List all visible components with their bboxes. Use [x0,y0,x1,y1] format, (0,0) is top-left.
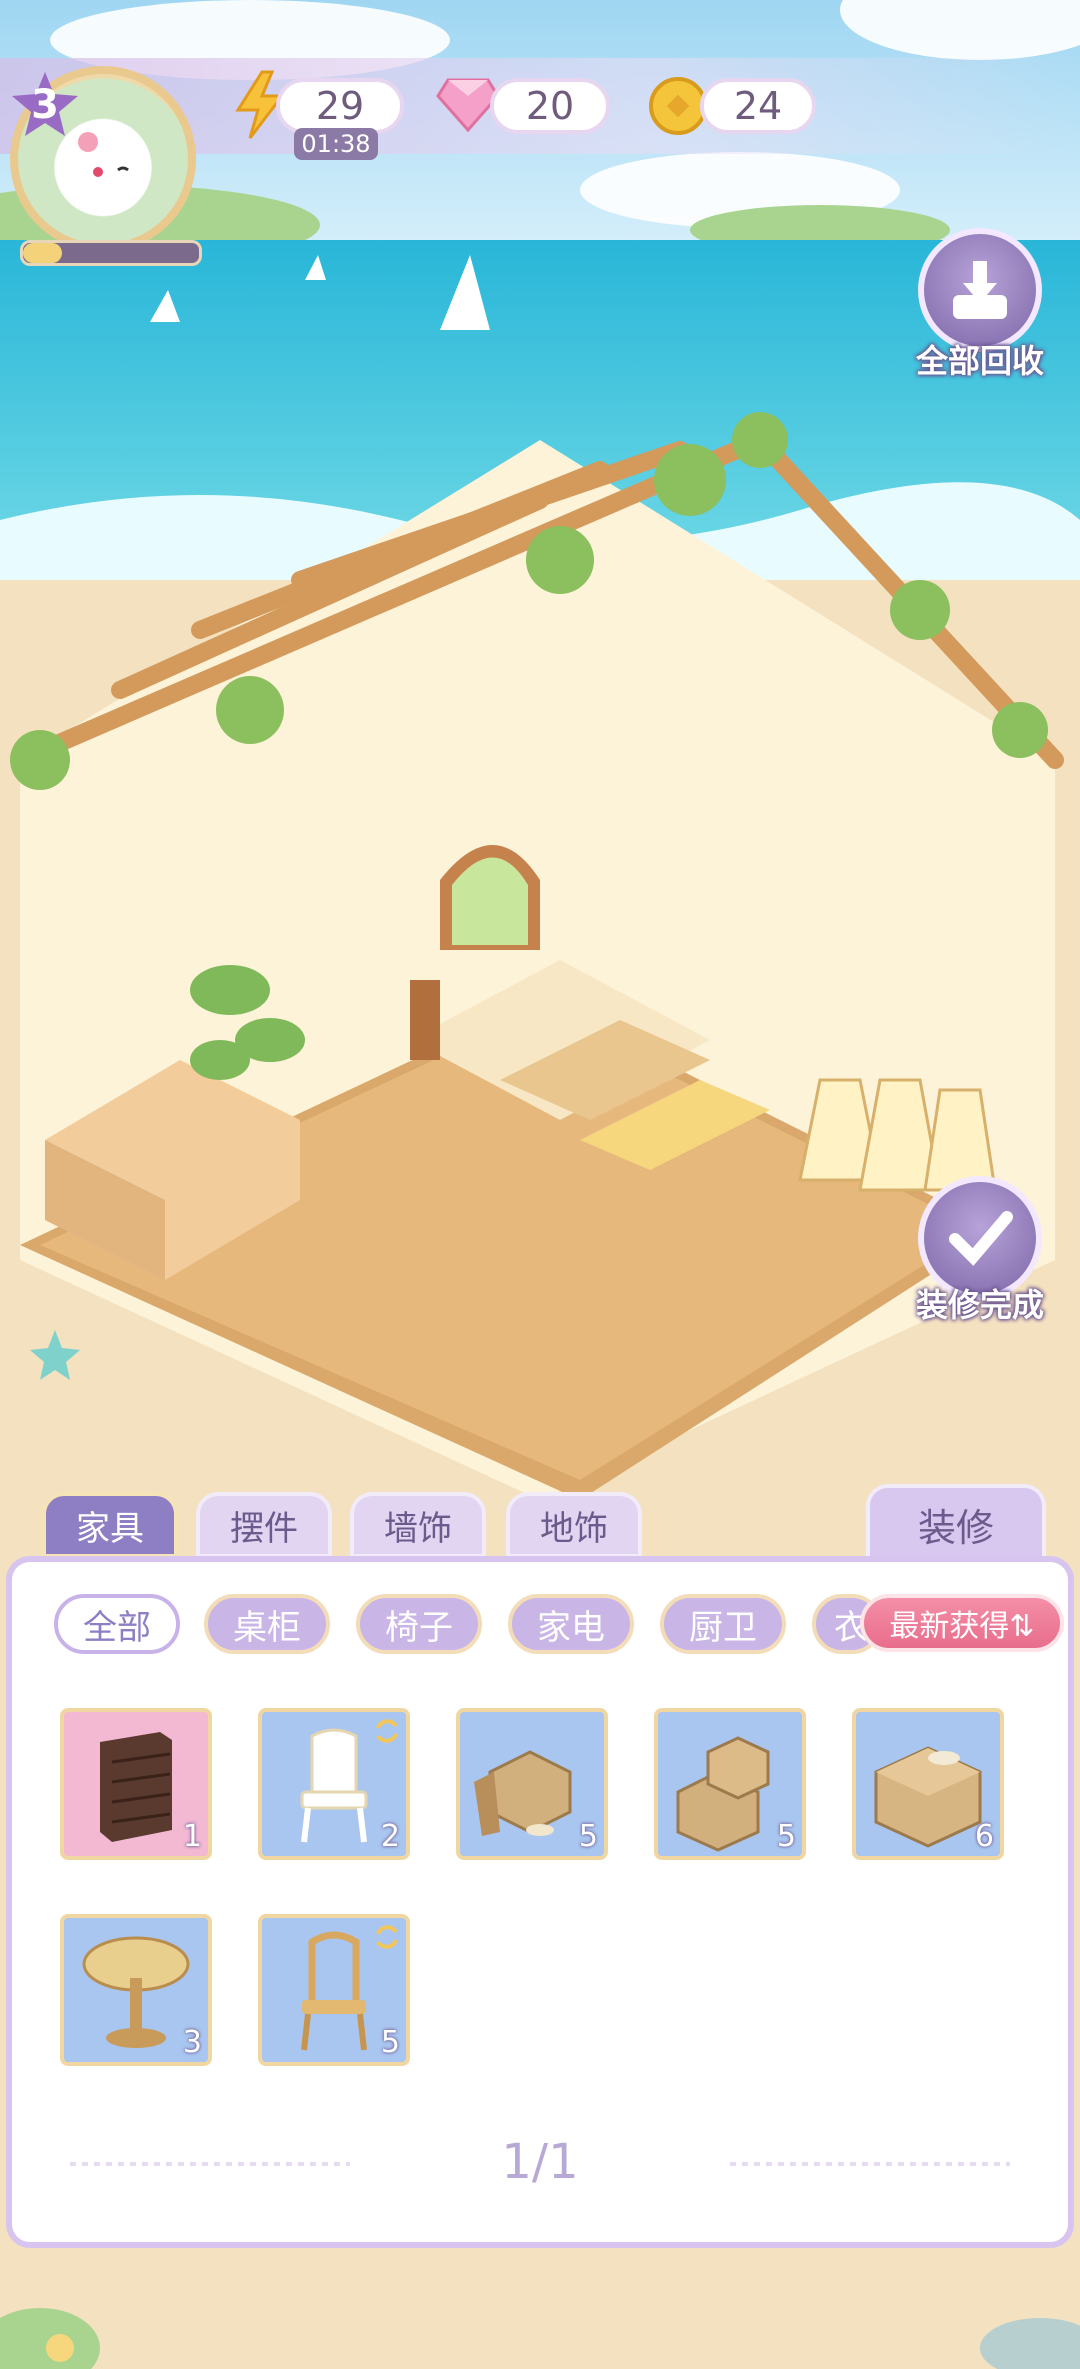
swap-variant-icon [376,1719,398,1743]
item-card-dresser[interactable]: 1 [60,1708,212,1860]
coin-counter[interactable]: 24 [700,78,816,134]
item-count: 6 [974,1819,994,1854]
energy-counter[interactable]: 29 [276,78,404,134]
item-count: 2 [380,1819,400,1854]
item-count: 1 [182,1819,202,1854]
gem-counter[interactable]: 20 [490,78,610,134]
xp-progress-bar [20,240,202,266]
level-badge: 3 [8,68,82,142]
item-count: 3 [182,2025,202,2060]
gem-value: 20 [525,84,575,128]
item-card-round-table[interactable]: 3 [60,1914,212,2066]
subtab-kitchen-bath[interactable]: 厨卫 [660,1594,786,1654]
renovate-button[interactable]: 装修 [866,1484,1046,1564]
subtab-chairs[interactable]: 椅子 [356,1594,482,1654]
tab-ornaments[interactable]: 摆件 [196,1492,332,1558]
sort-newest-button[interactable]: 最新获得⇅ [860,1594,1064,1652]
recall-all-button[interactable] [918,228,1042,352]
player-level: 3 [31,82,59,128]
pager-divider-right [730,2162,1010,2166]
item-count: 5 [578,1819,598,1854]
xp-progress-fill [23,243,62,263]
tab-wall-decor[interactable]: 墙饰 [350,1492,486,1558]
item-card-white-chair[interactable]: 2 [258,1708,410,1860]
item-card-box-pile[interactable]: 5 [456,1708,608,1860]
recall-all-label: 全部回收 [915,342,1044,380]
checkmark-icon [949,1211,1013,1266]
gold-coin-icon [648,76,708,140]
subtab-all[interactable]: 全部 [54,1594,180,1654]
item-card-wooden-chair[interactable]: 5 [258,1914,410,2066]
subtab-appliances[interactable]: 家电 [508,1594,634,1654]
tab-floor-decor[interactable]: 地饰 [506,1492,642,1558]
download-tray-icon [953,261,1007,319]
coin-value: 24 [733,84,783,128]
energy-timer: 01:38 [294,128,378,160]
energy-value: 29 [315,84,365,128]
tab-furniture[interactable]: 家具 [42,1492,178,1558]
item-card-box-stack[interactable]: 5 [654,1708,806,1860]
item-count: 5 [380,2025,400,2060]
item-count: 5 [776,1819,796,1854]
beach-foreground-decoration [0,2308,1080,2369]
item-card-cardboard-box[interactable]: 6 [852,1708,1004,1860]
finish-decoration-label: 装修完成 [915,1286,1044,1324]
swap-variant-icon [376,1925,398,1949]
subtab-tables-cabinets[interactable]: 桌柜 [204,1594,330,1654]
